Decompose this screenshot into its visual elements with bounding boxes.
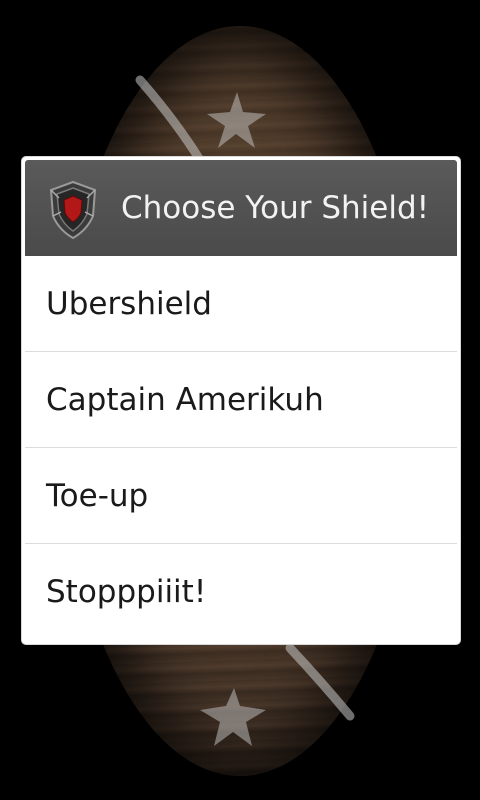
list-item-label: Captain Amerikuh <box>46 382 324 418</box>
list-item-label: Ubershield <box>46 286 212 322</box>
list-item-label: Toe-up <box>46 478 149 514</box>
dialog-title-bar: Choose Your Shield! <box>25 160 457 256</box>
list-item-stopppiiit[interactable]: Stopppiiit! <box>25 544 457 640</box>
dialog-title: Choose Your Shield! <box>121 190 430 226</box>
shield-chooser-dialog: Choose Your Shield! Ubershield Captain A… <box>21 156 461 645</box>
list-item-captain-amerikuh[interactable]: Captain Amerikuh <box>25 352 457 448</box>
shield-option-list: Ubershield Captain Amerikuh Toe-up Stopp… <box>22 256 460 640</box>
shield-icon <box>49 180 97 240</box>
list-item-ubershield[interactable]: Ubershield <box>25 256 457 352</box>
screen: Choose Your Shield! Ubershield Captain A… <box>0 0 480 800</box>
list-item-toe-up[interactable]: Toe-up <box>25 448 457 544</box>
list-item-label: Stopppiiit! <box>46 574 207 610</box>
